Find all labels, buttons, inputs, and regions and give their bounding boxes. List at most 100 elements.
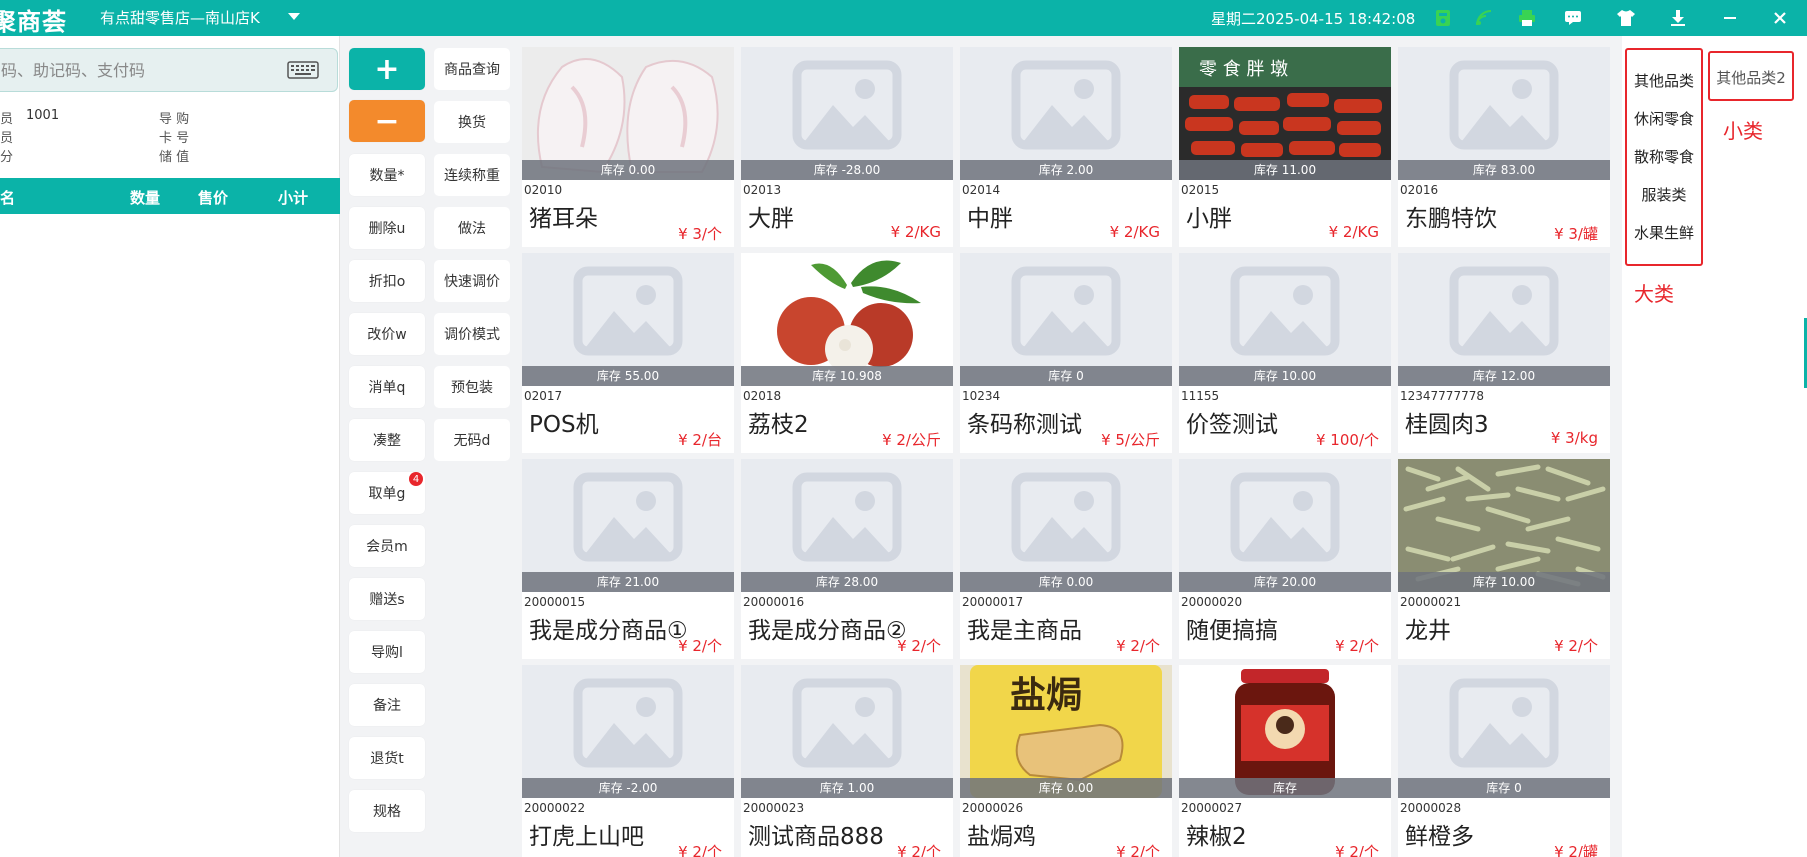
action-button-label: 改价w xyxy=(367,327,407,343)
action-button[interactable]: 折扣o xyxy=(349,260,425,302)
action-button[interactable]: 会员m xyxy=(349,525,425,567)
function-button-label: 预包装 xyxy=(451,380,493,396)
product-code: 11155 xyxy=(1181,389,1220,403)
action-button[interactable]: 退货t xyxy=(349,737,425,779)
stock-label: 库存 0.00 xyxy=(960,778,1172,798)
product-card[interactable]: 库存 55.00 02017 POS机 ¥ 2/台 xyxy=(522,253,734,453)
product-card[interactable]: 库存 20000027 辣椒2 ¥ 2/个 xyxy=(1179,665,1391,857)
product-card[interactable]: 盐焗 库存 0.00 20000026 盐焗鸡 ¥ 2/个 xyxy=(960,665,1172,857)
function-button[interactable]: 换货 xyxy=(434,101,510,143)
function-button[interactable]: 商品查询 xyxy=(434,48,510,90)
product-card[interactable]: 库存 0 10234 条码称测试 ¥ 5/公斤 xyxy=(960,253,1172,453)
product-card[interactable]: 库存 28.00 20000016 我是成分商品② ¥ 2/个 xyxy=(741,459,953,659)
product-price: ¥ 3/kg xyxy=(1550,429,1598,447)
product-card[interactable]: 库存 0.00 02010 猪耳朵 ¥ 3/个 xyxy=(522,47,734,247)
stock-label: 库存 12.00 xyxy=(1398,366,1610,386)
stock-label: 库存 28.00 xyxy=(741,572,953,592)
function-button[interactable]: 快速调价 xyxy=(434,260,510,302)
stock-label: 库存 0 xyxy=(960,366,1172,386)
small-category-item[interactable]: 其他品类2 xyxy=(1710,67,1792,88)
product-name: 大胖 xyxy=(748,206,794,232)
add-button[interactable]: + xyxy=(349,48,425,90)
product-card[interactable]: 库存 10.00 11155 价签测试 ¥ 100/个 xyxy=(1179,253,1391,453)
action-button[interactable]: 数量* xyxy=(349,154,425,196)
product-card[interactable]: 库存 -28.00 02013 大胖 ¥ 2/KG xyxy=(741,47,953,247)
function-button[interactable]: 连续称重 xyxy=(434,154,510,196)
product-name: 随便搞搞 xyxy=(1186,618,1278,644)
product-card[interactable]: 库存 10.00 20000021 龙井 ¥ 2/个 xyxy=(1398,459,1610,659)
product-price: ¥ 2/罐 xyxy=(1554,843,1598,857)
product-card[interactable]: 库存 10.908 02018 荔枝2 ¥ 2/公斤 xyxy=(741,253,953,453)
stock-label: 库存 0.00 xyxy=(960,572,1172,592)
action-button[interactable]: 凑整 xyxy=(349,419,425,461)
action-button[interactable]: 改价w xyxy=(349,313,425,355)
stock-label: 库存 -2.00 xyxy=(522,778,734,798)
action-button[interactable]: 备注 xyxy=(349,684,425,726)
product-card[interactable]: 零 食 胖 墩库存 11.00 02015 小胖 ¥ 2/KG xyxy=(1179,47,1391,247)
cart-table-header: 名 数量 售价 小计 xyxy=(0,178,340,214)
datetime-display: 星期二2025-04-15 18:42:08 xyxy=(1211,10,1416,28)
product-code: 20000016 xyxy=(743,595,805,609)
function-button[interactable]: 做法 xyxy=(434,207,510,249)
product-card[interactable]: 库存 1.00 20000023 测试商品888 ¥ 2/个 xyxy=(741,665,953,857)
action-button[interactable]: 规格 xyxy=(349,790,425,832)
chevron-down-icon[interactable] xyxy=(288,13,300,20)
action-button[interactable]: 消单q xyxy=(349,366,425,408)
message-icon[interactable] xyxy=(1563,8,1583,28)
signal-icon[interactable] xyxy=(1474,8,1494,28)
function-button-label: 快速调价 xyxy=(444,274,500,290)
store-name[interactable]: 有点甜零售店—南山店K xyxy=(100,7,260,28)
product-price: ¥ 5/公斤 xyxy=(1101,431,1160,449)
function-button[interactable]: 调价模式 xyxy=(434,313,510,355)
product-name: 小胖 xyxy=(1186,206,1232,232)
shirt-icon[interactable] xyxy=(1616,8,1636,28)
big-category-item[interactable]: 休闲零食 xyxy=(1627,108,1701,129)
big-category-label: 大类 xyxy=(1634,282,1674,306)
product-name: 东鹏特饮 xyxy=(1405,206,1497,232)
product-card[interactable]: 库存 83.00 02016 东鹏特饮 ¥ 3/罐 xyxy=(1398,47,1610,247)
printer-icon[interactable] xyxy=(1517,8,1537,28)
function-button[interactable]: 预包装 xyxy=(434,366,510,408)
big-category-item[interactable]: 服装类 xyxy=(1627,184,1701,205)
product-card[interactable]: 库存 12.00 12347777778 桂圆肉3 ¥ 3/kg xyxy=(1398,253,1610,453)
big-category-item[interactable]: 散称零食 xyxy=(1627,146,1701,167)
product-card[interactable]: 库存 20.00 20000020 随便搞搞 ¥ 2/个 xyxy=(1179,459,1391,659)
function-button[interactable]: 无码d xyxy=(434,419,510,461)
product-code: 02013 xyxy=(743,183,782,197)
action-button[interactable]: 取单g 4 xyxy=(349,472,425,514)
action-button[interactable]: 删除u xyxy=(349,207,425,249)
stock-label: 库存 10.908 xyxy=(741,366,953,386)
action-button-label: 消单q xyxy=(368,380,406,396)
big-category-item[interactable]: 水果生鲜 xyxy=(1627,222,1701,243)
product-card[interactable]: 库存 0.00 20000017 我是主商品 ¥ 2/个 xyxy=(960,459,1172,659)
big-category-item[interactable]: 其他品类 xyxy=(1627,70,1701,91)
scale-icon[interactable] xyxy=(1433,8,1453,28)
product-name: 荔枝2 xyxy=(748,412,809,438)
download-icon[interactable] xyxy=(1668,8,1688,28)
product-price: ¥ 2/个 xyxy=(897,637,941,655)
subtract-button[interactable]: − xyxy=(349,100,425,142)
product-card[interactable]: 库存 21.00 20000015 我是成分商品① ¥ 2/个 xyxy=(522,459,734,659)
cart-panel: 员 1001 员 分 导 购 卡 号 储 值 名 数量 售价 小计 xyxy=(0,36,340,857)
product-code: 20000017 xyxy=(962,595,1024,609)
keyboard-icon[interactable] xyxy=(287,61,319,83)
stock-label: 库存 10.00 xyxy=(1398,572,1610,592)
minimize-icon[interactable] xyxy=(1720,8,1740,28)
stock-label: 库存 10.00 xyxy=(1179,366,1391,386)
product-card[interactable]: 库存 0 20000028 鲜橙多 ¥ 2/罐 xyxy=(1398,665,1610,857)
search-input[interactable] xyxy=(1,55,281,85)
product-code: 02015 xyxy=(1181,183,1220,197)
product-card[interactable]: 库存 -2.00 20000022 打虎上山吧 ¥ 2/个 xyxy=(522,665,734,857)
card-label: 卡 号 xyxy=(159,131,190,146)
function-button-label: 连续称重 xyxy=(444,168,500,184)
product-name: 测试商品888 xyxy=(748,824,884,850)
close-icon[interactable] xyxy=(1770,8,1790,28)
action-button[interactable]: 导购l xyxy=(349,631,425,673)
product-code: 02014 xyxy=(962,183,1001,197)
stock-label: 库存 83.00 xyxy=(1398,160,1610,180)
function-button-label: 商品查询 xyxy=(444,62,500,78)
product-name: 中胖 xyxy=(967,206,1013,232)
action-button[interactable]: 赠送s xyxy=(349,578,425,620)
product-price: ¥ 2/个 xyxy=(1335,843,1379,857)
product-card[interactable]: 库存 2.00 02014 中胖 ¥ 2/KG xyxy=(960,47,1172,247)
